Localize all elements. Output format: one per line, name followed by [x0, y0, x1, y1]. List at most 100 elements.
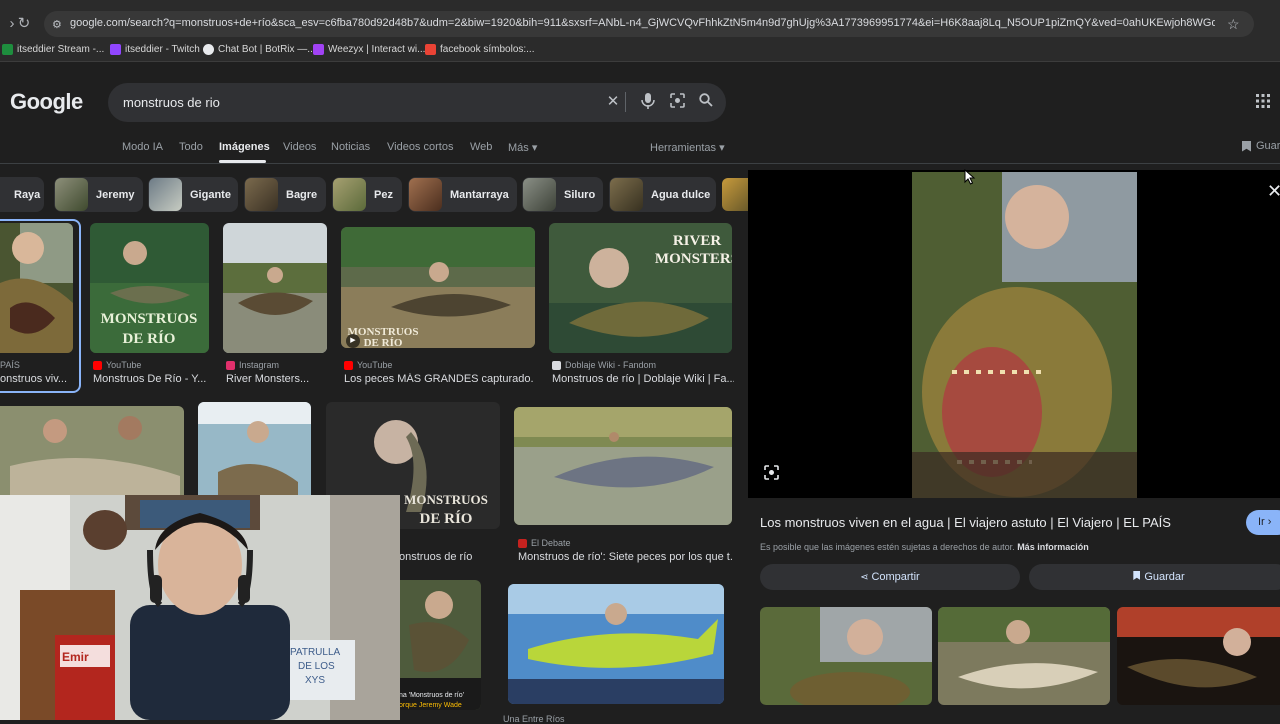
preview-image[interactable] [912, 172, 1137, 498]
google-logo[interactable]: Google [10, 89, 83, 115]
tab-todo[interactable]: Todo [179, 141, 203, 153]
result-source: YouTube [93, 360, 141, 370]
chip-bagre[interactable]: Bagre [244, 177, 326, 212]
tab-web[interactable]: Web [470, 141, 492, 153]
thumb-text: MONSTRUOS [101, 311, 198, 327]
bookmarks-bar: itseddier Stream -... itseddier - Twitch… [0, 40, 1280, 62]
chip-label: Gigante [190, 188, 231, 201]
tab-more[interactable]: Más ▾ [508, 141, 537, 154]
related-image[interactable] [1117, 607, 1280, 705]
search-divider [625, 92, 626, 112]
thumb-text: MONSTERS [655, 251, 732, 267]
bookmark-label: itseddier - Twitch [125, 44, 200, 55]
chip-overflow-thumbnail[interactable] [722, 178, 748, 211]
bookmark-item[interactable]: itseddier - Twitch [110, 44, 200, 55]
tab-modo-ia[interactable]: Modo IA [122, 141, 163, 153]
related-image[interactable] [938, 607, 1110, 705]
result-title[interactable]: Monstruos de río | Doblaje Wiki | Fa... [552, 373, 734, 385]
share-icon: ⋖ [860, 572, 872, 583]
search-input[interactable]: monstruos de rio [123, 95, 220, 110]
saved-button[interactable]: Guar [1242, 140, 1280, 152]
source-label: El Debate [531, 538, 571, 548]
chip-thumbnail [610, 178, 643, 211]
chip-thumbnail [55, 178, 88, 211]
result-source: Doblaje Wiki - Fandom [552, 360, 656, 370]
chip-mantarraya[interactable]: Mantarraya [408, 177, 517, 212]
result-image[interactable]: RIVER MONSTERS [549, 223, 732, 353]
bookmark-item[interactable]: itseddier Stream -... [2, 44, 104, 55]
tab-images[interactable]: Imágenes [219, 141, 270, 153]
related-image[interactable] [760, 607, 932, 705]
result-title[interactable]: onstruos viv... [0, 373, 75, 385]
result-title[interactable]: River Monsters... [226, 373, 326, 385]
result-image[interactable] [508, 584, 724, 704]
url-text[interactable]: google.com/search?q=monstruos+de+río&sca… [70, 17, 1215, 29]
result-image[interactable] [0, 406, 184, 495]
result-title[interactable]: onstruos de río [399, 551, 499, 563]
lens-icon[interactable] [668, 93, 686, 111]
thumb-text: DE RÍO [420, 510, 473, 527]
chip-gigante[interactable]: Gigante [148, 177, 238, 212]
search-icon[interactable] [697, 93, 715, 111]
chip-pez[interactable]: Pez [332, 177, 402, 212]
clear-icon[interactable]: ✕ [604, 93, 622, 111]
result-title[interactable]: Los peces MÁS GRANDES capturado... [344, 373, 534, 385]
webcam-overlay: Emir PATRULLA DE LOS XYS [0, 495, 400, 720]
chip-jeremy[interactable]: Jeremy [54, 177, 143, 212]
tools-button[interactable]: Herramientas ▾ [650, 141, 725, 154]
youtube-icon [344, 360, 353, 370]
bookmark-favicon-icon [425, 44, 436, 55]
share-button[interactable]: ⋖ Compartir [760, 564, 1020, 590]
close-icon[interactable]: ✕ [1267, 181, 1280, 202]
lens-search-icon[interactable] [764, 465, 781, 482]
result-image[interactable] [198, 402, 311, 495]
thumb-text: DE RÍO [123, 330, 176, 347]
tab-videos[interactable]: Videos [283, 141, 316, 153]
microphone-icon[interactable] [639, 93, 657, 111]
header-divider [0, 163, 1280, 164]
tab-news[interactable]: Noticias [331, 141, 370, 153]
sign-text: XYS [305, 675, 325, 686]
bookmark-label: Chat Bot | BotRix —... [218, 44, 316, 55]
preview-title[interactable]: Los monstruos viven en el agua | El viaj… [760, 515, 1171, 530]
result-image[interactable] [514, 407, 732, 525]
source-label: YouTube [357, 360, 393, 370]
chip-siluro[interactable]: Siluro [522, 177, 603, 212]
reload-icon[interactable]: ↻ [12, 12, 36, 36]
result-title[interactable]: Monstruos De Río - Y... [93, 373, 213, 385]
result-image[interactable] [399, 580, 481, 710]
google-apps-icon[interactable] [1256, 94, 1274, 112]
result-image[interactable]: MONSTRUOS DE RÍO [90, 223, 209, 353]
source-label: YouTube [106, 360, 142, 370]
browser-toolbar: › ↻ ⚙ google.com/search?q=monstruos+de+r… [0, 8, 1280, 40]
chip-label: Siluro [564, 188, 596, 201]
thumb-caption: orque Jeremy Wade [399, 702, 462, 709]
tab-short-videos[interactable]: Videos cortos [387, 141, 453, 153]
chip-label: Raya [14, 188, 41, 201]
site-info-icon[interactable]: ⚙ [52, 18, 62, 31]
saved-label: Guar [1256, 140, 1280, 152]
thumb-caption: na 'Monstruos de río' [399, 692, 464, 699]
chip-agua-dulce[interactable]: Agua dulce [609, 177, 716, 212]
result-source: El Debate [518, 538, 571, 548]
result-image[interactable] [223, 223, 327, 353]
source-label: Una Entre Ríos [503, 714, 565, 724]
bookmark-favicon-icon [110, 44, 121, 55]
result-image[interactable]: MONSTRUOS DE RÍO [341, 227, 535, 348]
bookmark-item[interactable]: Weezyx | Interact wi... [313, 44, 425, 55]
bookmark-item[interactable]: Chat Bot | BotRix —... [203, 44, 316, 55]
result-image[interactable] [0, 223, 73, 353]
result-source: Instagram [226, 360, 279, 370]
bookmark-star-icon[interactable]: ☆ [1227, 16, 1240, 33]
result-title[interactable]: Monstruos de río': Siete peces por los q… [518, 551, 733, 563]
visit-button[interactable]: Ir › [1246, 510, 1280, 535]
bookmark-icon [1242, 140, 1251, 152]
sign-text: PATRULLA [290, 647, 341, 658]
more-info-link[interactable]: Más información [1017, 542, 1089, 552]
copyright-text: Es posible que las imágenes estén sujeta… [760, 542, 1015, 552]
bookmark-icon [1133, 571, 1141, 580]
chip-raya[interactable]: Raya [0, 177, 44, 212]
save-button[interactable]: Guardar [1029, 564, 1280, 590]
chip-label: Pez [374, 188, 393, 201]
bookmark-item[interactable]: facebook símbolos:... [425, 44, 535, 55]
